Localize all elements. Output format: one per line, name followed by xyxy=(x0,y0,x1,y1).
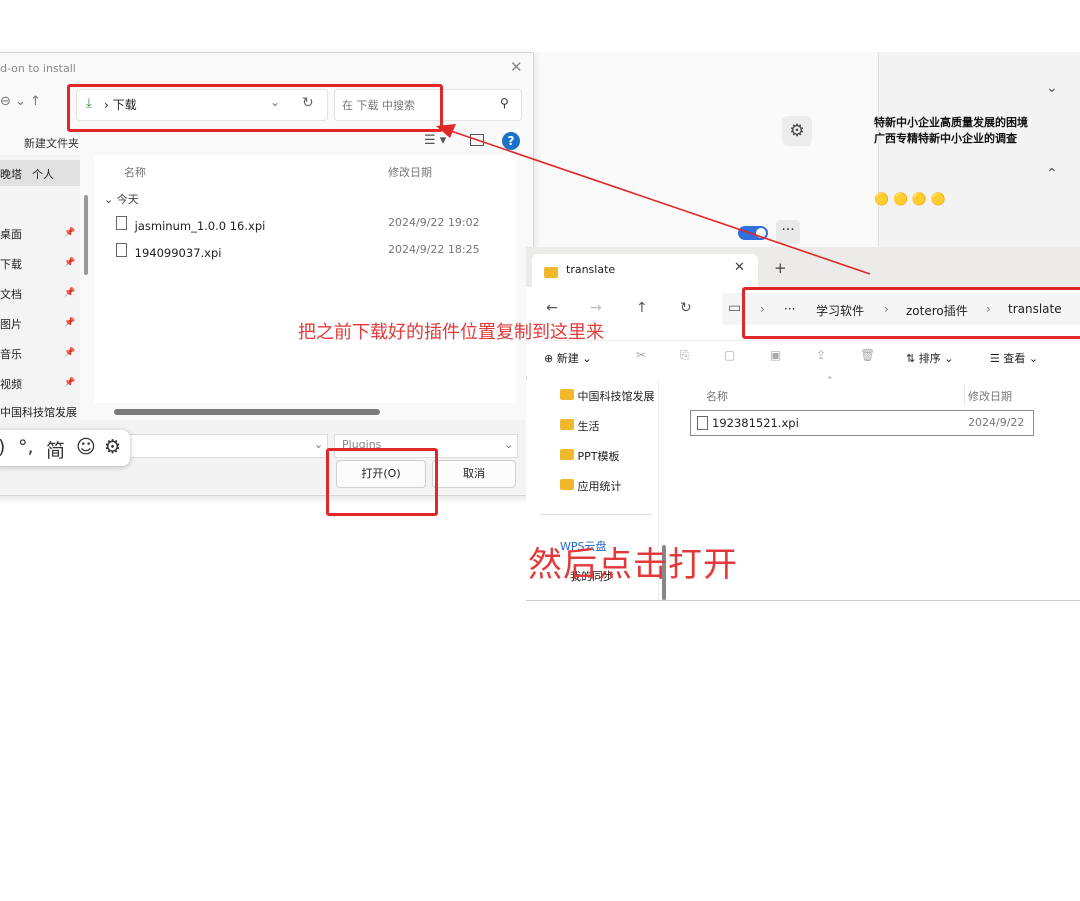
annotation-arrow xyxy=(436,124,871,275)
annotation-copy-instruction: 把之前下载好的插件位置复制到这里来 xyxy=(298,322,604,343)
annotation-open-instruction: 然后点击打开 xyxy=(528,545,738,585)
